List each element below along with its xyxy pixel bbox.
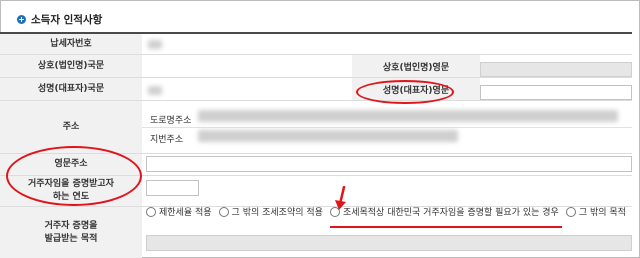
address-en-input[interactable] xyxy=(146,156,632,172)
radio-proof-korean-resident[interactable]: 조세목적상 대한민국 거주자임을 증명할 필요가 있는 경우 xyxy=(329,205,559,218)
annotation-ellipse-address-year xyxy=(6,146,142,206)
name-kr-value-redacted xyxy=(148,86,162,95)
road-address-label: 도로명주소 xyxy=(150,116,192,126)
purpose-other-input[interactable] xyxy=(146,235,632,251)
residency-year-input[interactable] xyxy=(146,180,199,196)
certificate-purpose-label-line2: 발급받는 목적 xyxy=(44,233,98,244)
tax-id-value-redacted xyxy=(148,40,162,49)
radio-circle-icon[interactable] xyxy=(218,206,229,217)
certificate-purpose-label: 거주자 증명을 발급받는 목적 xyxy=(0,207,142,258)
purpose-radio-group: 제한세율 적용 그 밖의 조세조약의 적용 조세목적상 대한민국 거주자임을 증… xyxy=(146,205,626,218)
radio-label: 그 밖의 조세조약의 적용 xyxy=(231,208,323,218)
tax-id-label: 납세자번호 xyxy=(0,34,142,54)
company-en-input[interactable] xyxy=(480,62,632,77)
sub-divider xyxy=(142,127,632,128)
certificate-purpose-label-line1: 거주자 증명을 xyxy=(44,220,98,231)
radio-other-purpose[interactable]: 그 밖의 목적 xyxy=(565,205,626,218)
radio-label: 그 밖의 목적 xyxy=(578,208,626,218)
lot-address-label: 지번주소 xyxy=(150,135,184,145)
radio-label: 조세목적상 대한민국 거주자임을 증명할 필요가 있는 경우 xyxy=(342,208,559,218)
name-en-input[interactable] xyxy=(480,85,632,100)
lot-address-value-redacted xyxy=(198,130,458,142)
radio-label: 제한세율 적용 xyxy=(159,208,212,218)
annotation-arrow-icon xyxy=(335,186,346,210)
radio-circle-icon[interactable] xyxy=(565,206,576,217)
section-header: + 소득자 인적사항 xyxy=(17,12,102,27)
annotation-underline-purpose xyxy=(330,226,562,228)
annotation-ellipse-name-en xyxy=(356,80,454,104)
taxpayer-info-form: 납세자번호 상호(법인명)국문 상호(법인명)영문 성명(대표자)국문 성명(대… xyxy=(0,32,632,258)
road-address-value-redacted xyxy=(198,110,618,122)
company-kr-label: 상호(법인명)국문 xyxy=(0,55,142,77)
section-title: 소득자 인적사항 xyxy=(31,14,103,26)
name-kr-label: 성명(대표자)국문 xyxy=(0,78,142,100)
radio-other-tax-treaty[interactable]: 그 밖의 조세조약의 적용 xyxy=(218,205,323,218)
bullet-plus-icon: + xyxy=(17,15,26,24)
radio-circle-icon[interactable] xyxy=(146,206,156,217)
company-en-label: 상호(법인명)영문 xyxy=(352,55,480,77)
radio-limited-tax-rate[interactable]: 제한세율 적용 xyxy=(146,205,212,218)
